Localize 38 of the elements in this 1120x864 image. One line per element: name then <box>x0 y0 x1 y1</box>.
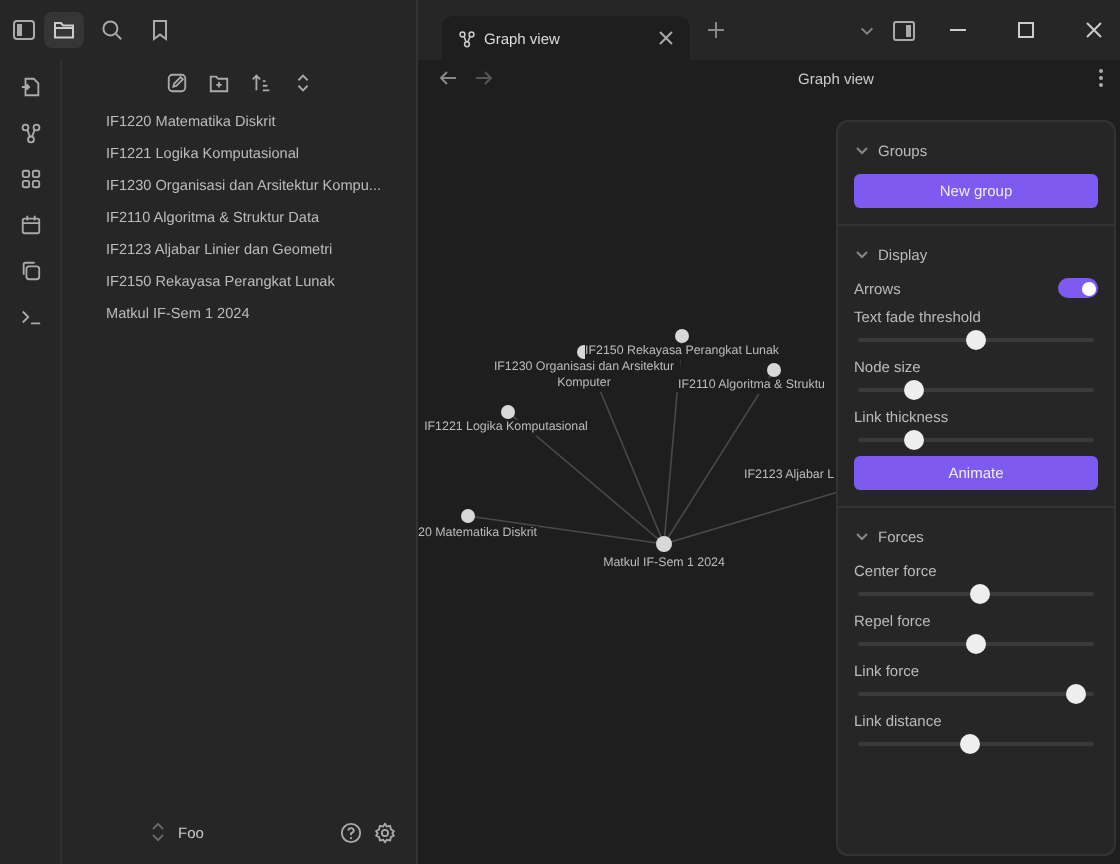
new-tab-icon[interactable] <box>706 20 726 40</box>
new-folder-icon[interactable] <box>207 72 229 94</box>
maximize-icon[interactable] <box>1016 20 1036 40</box>
graph-node[interactable] <box>656 536 672 552</box>
slider-thumb[interactable] <box>966 330 986 350</box>
sort-icon[interactable] <box>249 72 271 94</box>
graph-icon[interactable] <box>19 122 41 144</box>
slider-thumb[interactable] <box>1065 684 1086 704</box>
graph-node[interactable] <box>675 329 689 343</box>
graph-node[interactable] <box>767 363 781 377</box>
calendar-icon[interactable] <box>19 214 41 236</box>
help-icon[interactable] <box>340 821 362 843</box>
vault-switch-icon[interactable] <box>150 822 166 842</box>
back-arrow-icon[interactable] <box>438 68 458 88</box>
close-icon[interactable] <box>1084 20 1104 40</box>
sidebar-toggle-icon[interactable] <box>892 19 916 41</box>
chevron-icon <box>854 528 870 544</box>
graph-node[interactable] <box>501 405 515 419</box>
graph-icon <box>458 29 476 47</box>
graph-node[interactable] <box>461 509 475 523</box>
new-note-icon[interactable] <box>165 72 187 94</box>
slider-thumb[interactable] <box>903 430 924 450</box>
chevron-icon <box>854 142 870 158</box>
slider-thumb[interactable] <box>966 634 986 654</box>
settings-icon[interactable] <box>374 821 396 843</box>
sidebar-toggle-icon[interactable] <box>12 18 36 42</box>
open-switcher-icon[interactable] <box>19 76 41 98</box>
toggle-switch[interactable] <box>1058 278 1098 298</box>
slider-thumb[interactable] <box>959 734 980 754</box>
slider-thumb[interactable] <box>903 380 924 400</box>
folder-icon[interactable] <box>44 12 84 48</box>
more-options-icon[interactable] <box>1098 68 1104 88</box>
terminal-icon[interactable] <box>19 306 41 328</box>
chevron-icon <box>854 246 870 262</box>
close-icon[interactable] <box>658 30 674 46</box>
copy-icon[interactable] <box>19 260 41 282</box>
slider-thumb[interactable] <box>970 584 991 604</box>
grid-icon[interactable] <box>19 168 41 190</box>
